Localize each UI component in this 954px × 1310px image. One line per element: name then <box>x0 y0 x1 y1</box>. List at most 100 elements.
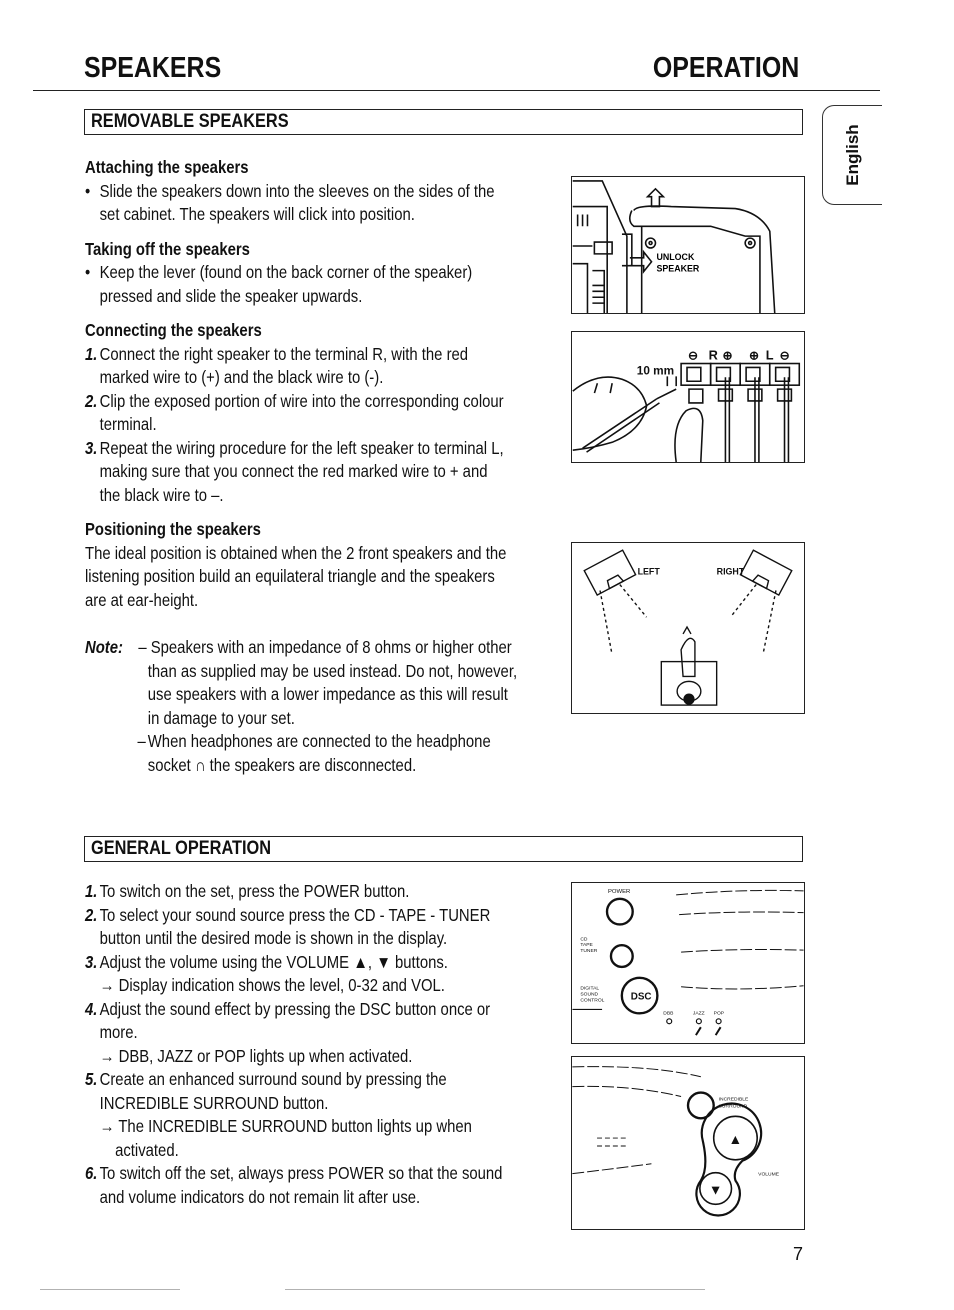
text-line: making sure that you connect the red mar… <box>99 461 488 481</box>
illustration-surround-volume-panel: INCREDIBLE SURROUND VOLUME ▲ ▼ <box>571 1056 805 1230</box>
page-number: 7 <box>793 1244 804 1264</box>
subheading-attaching: Attaching the speakers <box>85 157 249 177</box>
step-item: 3. Adjust the volume using the VOLUME ▲,… <box>85 951 494 998</box>
text-line: terminal. <box>99 414 157 434</box>
source-label: CD <box>580 936 588 942</box>
text-line: INCREDIBLE SURROUND button. <box>99 1092 329 1113</box>
l-label: L <box>766 348 774 363</box>
arrow-icon: → <box>99 1045 115 1066</box>
terminals-drawing: ⊖ R ⊕ ⊕ L ⊖ 10 mm <box>572 348 801 462</box>
step-number: 1. <box>85 343 98 364</box>
result-line: The INCREDIBLE SURROUND button lights up… <box>118 1116 472 1136</box>
positioning-drawing: LEFT RIGHT <box>583 549 793 706</box>
section-header-general-operation: GENERAL OPERATION <box>84 836 803 862</box>
dsc-button-label: DSC <box>631 992 652 1003</box>
illustration-front-panel: POWER CD TAPE TUNER DIGITAL SOUND CONTRO… <box>571 882 805 1044</box>
speaker-label: SPEAKER <box>656 264 699 274</box>
plus-symbol: ⊕ <box>749 349 759 363</box>
minus-symbol: ⊖ <box>688 349 698 363</box>
step-number: 4. <box>85 998 98 1019</box>
note-dash: – <box>138 637 147 657</box>
mode-label-pop: POP <box>714 1010 725 1016</box>
unlock-speaker-drawing: UNLOCK SPEAKER <box>572 180 776 313</box>
step-item: 5. Create an enhanced surround sound by … <box>85 1068 494 1162</box>
text-line: button until the desired mode is shown i… <box>99 928 448 948</box>
r-label: R <box>709 348 718 363</box>
step-item: 2. To select your sound source press the… <box>85 904 494 951</box>
step-item: 4. Adjust the sound effect by pressing t… <box>85 998 494 1069</box>
step-item: 6. To switch off the set, always press P… <box>85 1162 503 1209</box>
text-line: Repeat the wiring procedure for the left… <box>99 437 504 458</box>
arrow-icon: → <box>99 975 115 995</box>
result-line: activated. <box>115 1139 179 1160</box>
text-line: in damage to your set. <box>147 707 295 728</box>
result-line: Display indication shows the level, 0-32… <box>118 975 445 995</box>
minus-symbol: ⊖ <box>780 349 790 363</box>
step-item: 1. To switch on the set, press the POWER… <box>85 880 494 904</box>
surround-panel-drawing: INCREDIBLE SURROUND VOLUME ▲ ▼ <box>572 1066 780 1217</box>
text-line: Create an enhanced surround sound by pre… <box>99 1069 447 1089</box>
text-line: more. <box>99 1022 138 1042</box>
surround-caption: SURROUND <box>719 1103 748 1109</box>
text-line: the black wire to –. <box>99 484 224 505</box>
dsc-caption: SOUND <box>580 992 598 998</box>
illustration-speaker-terminals: ⊖ R ⊕ ⊕ L ⊖ 10 mm <box>571 331 805 463</box>
step-number: 6. <box>85 1163 98 1183</box>
general-operation-text: 1. To switch on the set, press the POWER… <box>85 880 560 1209</box>
text-line: use speakers with a lower impedance as t… <box>147 684 508 704</box>
language-tab: English <box>822 105 882 205</box>
text-line: To switch on the set, press the POWER bu… <box>99 881 410 901</box>
section-header-removable-speakers: REMOVABLE SPEAKERS <box>84 109 803 135</box>
strip-length-label: 10 mm <box>637 363 674 377</box>
dsc-caption: CONTROL <box>580 998 604 1004</box>
text-line: Connect the right speaker to the termina… <box>99 343 469 364</box>
power-button-drawing <box>605 897 634 926</box>
source-button-drawing <box>609 944 634 969</box>
step-number: 3. <box>85 437 98 458</box>
scan-artifact <box>40 1289 180 1290</box>
text-line: The ideal position is obtained when the … <box>85 542 507 563</box>
surround-caption: INCREDIBLE <box>719 1096 749 1102</box>
right-speaker-label: RIGHT <box>717 567 745 577</box>
mode-label-dbb: DBB <box>663 1010 674 1016</box>
text-line: Adjust the volume using the VOLUME ▲, ▼ … <box>99 951 448 972</box>
text-line: and volume indicators do not remain lit … <box>99 1186 421 1207</box>
mode-label-jazz: JAZZ <box>693 1010 705 1016</box>
note-dash: – <box>137 731 146 751</box>
page-title-operation: OPERATION <box>652 52 799 84</box>
text-line: than as supplied may be used instead. Do… <box>147 660 518 681</box>
text-line: To switch off the set, always press POWE… <box>99 1163 503 1183</box>
scan-artifact <box>285 1289 705 1290</box>
text-line: listening position build an equilateral … <box>85 566 495 586</box>
header-divider <box>33 90 880 91</box>
step-number: 3. <box>85 951 98 972</box>
text-line: Slide the speakers down into the sleeves… <box>99 180 495 201</box>
text-line: Keep the lever (found on the back corner… <box>99 262 473 282</box>
step-item: 3. Repeat the wiring procedure for the l… <box>85 437 504 508</box>
source-label: TAPE <box>580 942 593 948</box>
result-line: DBB, JAZZ or POP lights up when activate… <box>118 1045 413 1066</box>
text-line: marked wire to (+) and the black wire to… <box>99 367 384 387</box>
volume-caption: VOLUME <box>758 1172 780 1178</box>
bullet-marker: • <box>85 262 91 282</box>
bullet-item: • Slide the speakers down into the sleev… <box>85 180 495 227</box>
illustration-unlock-speaker: UNLOCK SPEAKER <box>571 176 805 314</box>
text-line: set cabinet. The speakers will click int… <box>99 204 415 224</box>
step-item: 2. Clip the exposed portion of wire into… <box>85 390 504 437</box>
note-block: Note: – Speakers with an impedance of 8 … <box>85 636 512 660</box>
power-label: POWER <box>608 889 630 895</box>
text-line: socket ∩ the speakers are disconnected. <box>147 754 417 775</box>
removable-speakers-text: Attaching the speakers • Slide the speak… <box>85 156 560 777</box>
subheading-positioning: Positioning the speakers <box>85 519 261 539</box>
front-panel-drawing: POWER CD TAPE TUNER DIGITAL SOUND CONTRO… <box>572 889 804 1036</box>
dsc-caption: DIGITAL <box>580 986 599 992</box>
step-number: 5. <box>85 1069 98 1089</box>
left-speaker-label: LEFT <box>638 567 661 577</box>
note-label: Note: <box>85 637 123 657</box>
text-line: pressed and slide the speaker upwards. <box>99 285 363 306</box>
subheading-taking-off: Taking off the speakers <box>85 238 250 259</box>
bullet-item: • Keep the lever (found on the back corn… <box>85 261 494 308</box>
language-tab-label: English <box>842 124 862 186</box>
text-line: Adjust the sound effect by pressing the … <box>99 998 491 1019</box>
section-title: GENERAL OPERATION <box>91 838 272 859</box>
